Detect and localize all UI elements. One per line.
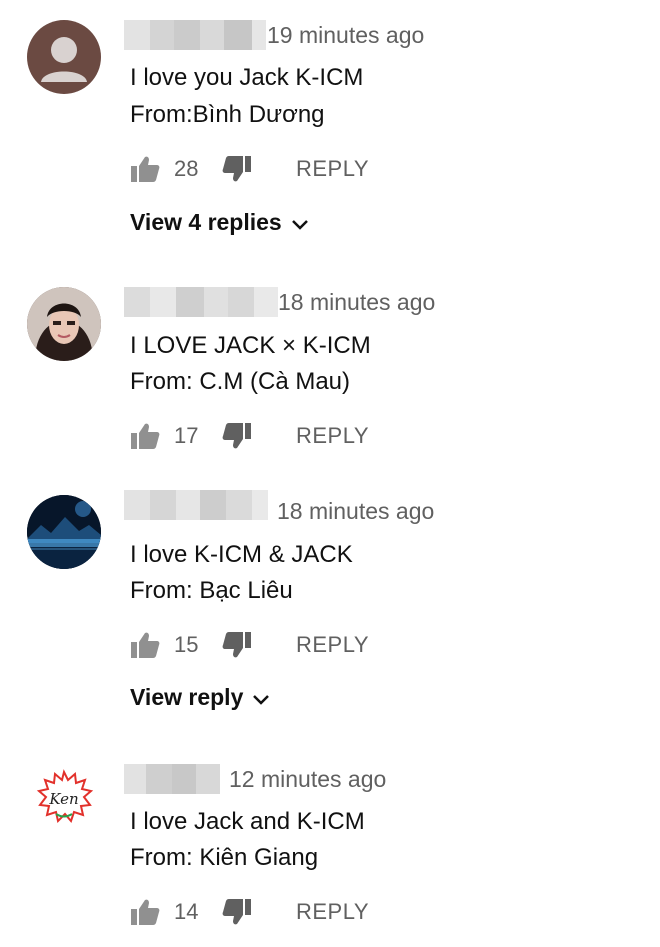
comment: 19 minutes ago I love you Jack K-ICM Fro… [0, 0, 660, 260]
chevron-down-icon [291, 207, 308, 237]
author-name-redacted[interactable] [124, 20, 266, 50]
comment-actions: 15 REPLY [130, 629, 369, 661]
timestamp[interactable]: 18 minutes ago [278, 287, 435, 317]
comment-text-line: I love K-ICM & JACK [130, 541, 353, 568]
author-name-redacted[interactable] [124, 764, 220, 794]
thumbs-up-icon[interactable] [130, 155, 160, 183]
view-replies-button[interactable]: View reply [130, 682, 270, 712]
avatar[interactable] [27, 495, 101, 569]
avatar[interactable]: Ken [27, 764, 101, 838]
thumbs-down-icon[interactable] [222, 155, 252, 183]
comment-actions: 14 REPLY [130, 896, 369, 928]
comment-text-line: I love Jack and K-ICM [130, 808, 365, 835]
comment-text-line: From: Bạc Liêu [130, 577, 293, 604]
author-name-redacted[interactable] [124, 287, 278, 317]
like-count: 15 [174, 632, 199, 657]
view-replies-label: View 4 replies [130, 209, 282, 235]
view-replies-label: View reply [130, 684, 244, 710]
comment-text-line: I love you Jack K-ICM [130, 64, 364, 91]
thumbs-up-icon[interactable] [130, 422, 160, 450]
thumbs-up-icon[interactable] [130, 898, 160, 926]
comment-actions: 17 REPLY [130, 420, 369, 452]
comment: Ken 12 minutes ago I love Jack and K-ICM… [0, 760, 660, 947]
timestamp[interactable]: 12 minutes ago [229, 764, 386, 794]
timestamp[interactable]: 18 minutes ago [277, 496, 434, 526]
comment-text-line: I LOVE JACK × K-ICM [130, 332, 371, 359]
reply-button[interactable]: REPLY [296, 423, 369, 449]
comment-text-line: From: C.M (Cà Mau) [130, 368, 351, 395]
landscape-photo-icon [27, 495, 101, 569]
thumbs-up-icon[interactable] [130, 631, 160, 659]
thumbs-down-icon[interactable] [222, 422, 252, 450]
avatar[interactable] [27, 287, 101, 361]
like-count: 28 [174, 156, 199, 181]
avatar[interactable] [27, 20, 101, 94]
thumbs-down-icon[interactable] [222, 898, 252, 926]
comment-text-line: From:Bình Dương [130, 101, 325, 128]
timestamp[interactable]: 19 minutes ago [267, 20, 424, 50]
thumbs-down-icon[interactable] [222, 631, 252, 659]
view-replies-button[interactable]: View 4 replies [130, 207, 308, 237]
comment: 18 minutes ago I love K-ICM & JACK From:… [0, 490, 660, 730]
user-photo-icon [27, 287, 101, 361]
reply-button[interactable]: REPLY [296, 156, 369, 182]
reply-button[interactable]: REPLY [296, 899, 369, 925]
author-name-redacted[interactable] [124, 490, 268, 520]
comment-actions: 28 REPLY [130, 153, 369, 185]
comment: 18 minutes ago I LOVE JACK × K-ICM From:… [0, 280, 660, 480]
ken-logo-icon: Ken [36, 769, 94, 823]
avatar-text: Ken [48, 790, 78, 808]
reply-button[interactable]: REPLY [296, 632, 369, 658]
like-count: 14 [174, 899, 199, 924]
chevron-down-icon [253, 682, 270, 712]
default-user-icon [41, 37, 87, 82]
like-count: 17 [174, 423, 199, 448]
comment-text-line: From: Kiên Giang [130, 844, 319, 871]
